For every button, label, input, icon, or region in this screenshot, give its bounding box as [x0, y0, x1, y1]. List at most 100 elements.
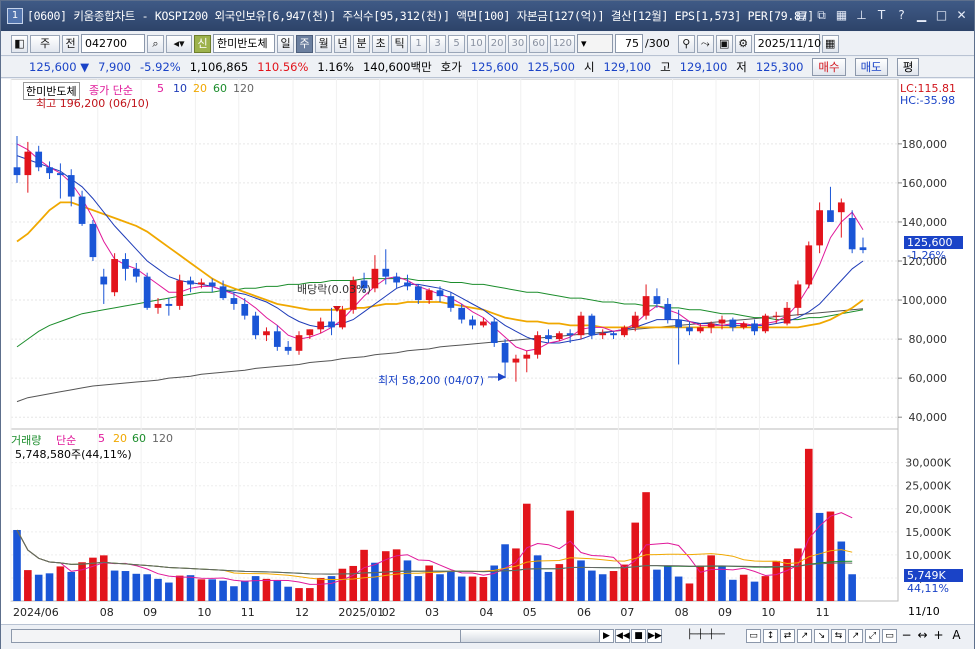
tab-minute[interactable]: 분 [353, 34, 370, 53]
interval-20[interactable]: 20 [487, 34, 507, 53]
candle-body [371, 268, 379, 289]
pin-icon[interactable]: ▦ [833, 7, 850, 24]
candle-body [89, 223, 97, 258]
zoom-slider[interactable]: ├─┼─┼── [671, 629, 741, 643]
tab-second[interactable]: 초 [372, 34, 389, 53]
volume-bar [718, 565, 726, 601]
chart-svg[interactable]: 180,000160,000140,000120,000100,00080,00… [1, 79, 974, 624]
restore-icon[interactable]: ⧉ [813, 7, 830, 24]
volume-bar [132, 573, 141, 601]
volume-bar [555, 564, 564, 601]
buy-button[interactable]: 매수 [812, 58, 846, 76]
trade-amount: 140,600백만 [362, 60, 432, 74]
link-icon[interactable]: ▤ [793, 7, 810, 24]
tool-icon-9[interactable]: ▭ [882, 629, 897, 643]
layout-icon[interactable]: ◧ [11, 34, 28, 53]
stop-button[interactable]: ■ [631, 629, 646, 643]
chart-area[interactable]: 180,000 160,000 140,000 120,000 100,000 80,00… [1, 79, 974, 624]
candle-body [621, 327, 628, 336]
interval-3[interactable]: 3 [429, 34, 446, 53]
period-select[interactable]: 주 [30, 34, 60, 53]
volume-bar [306, 588, 314, 601]
maximize-icon[interactable]: □ [933, 7, 950, 24]
zoom-reset-button[interactable]: ↔ [915, 629, 930, 643]
new-badge[interactable]: 신 [194, 34, 211, 53]
candle-body [696, 327, 704, 332]
stock-name: 한미반도체 [213, 34, 275, 53]
x-tick-label: 09 [143, 606, 157, 619]
candle-body [610, 333, 617, 336]
settings-icon[interactable]: ⚙ [734, 34, 752, 53]
interval-input[interactable]: ▾ [577, 34, 614, 53]
indicator-icon[interactable]: ⤳ [696, 34, 714, 53]
ask-price: 125,600 [470, 60, 519, 74]
zoom-in-button[interactable]: + [931, 629, 946, 643]
candle-body [762, 315, 769, 332]
ma60-legend: 60 [213, 82, 227, 95]
zoom-out-button[interactable]: − [899, 629, 914, 643]
avg-button[interactable]: 평 [896, 58, 920, 76]
max-price-label: 최고 196,200 (06/10) [36, 97, 150, 110]
font-icon[interactable]: T [873, 7, 890, 24]
candle-body [534, 335, 541, 355]
tab-year[interactable]: 년 [334, 34, 351, 53]
pin2-icon[interactable]: ⊥ [853, 7, 870, 24]
tool-icon-3[interactable]: ⇄ [780, 629, 795, 643]
x-tick-label: 04 [479, 606, 493, 619]
volume-bar [349, 565, 358, 601]
close-icon[interactable]: ✕ [953, 7, 970, 24]
count-input[interactable]: 75 [615, 34, 644, 53]
volume-bar [729, 579, 737, 601]
candle-body [859, 247, 867, 251]
sell-button[interactable]: 매도 [854, 58, 888, 76]
tool-icon-7[interactable]: ↗ [848, 629, 863, 643]
help-icon[interactable]: ? [893, 7, 910, 24]
first-page-button[interactable]: ◀◀ [615, 629, 630, 643]
candle-body [599, 333, 607, 336]
tool-icon-1[interactable]: ▭ [746, 629, 761, 643]
volume-bar [685, 583, 694, 601]
tab-month[interactable]: 월 [315, 34, 332, 53]
candle-body [469, 319, 476, 326]
tab-tick[interactable]: 틱 [391, 34, 408, 53]
candle-body [143, 276, 151, 308]
chart-scrollbar[interactable] [11, 629, 611, 643]
volume-bar [262, 578, 271, 601]
x-tick-label: 12 [295, 606, 309, 619]
volume-bar [501, 544, 509, 601]
stock-code-input[interactable]: 042700 [81, 34, 145, 53]
interval-120[interactable]: 120 [549, 34, 576, 53]
tab-day[interactable]: 일 [277, 34, 294, 53]
search-icon[interactable]: ⌕ [147, 34, 164, 53]
prev-button[interactable]: 전 [62, 34, 79, 53]
volume-bar [739, 574, 748, 601]
font-size-button[interactable]: A [949, 629, 964, 643]
x-tick-label: 11 [816, 606, 830, 619]
volume-bar [414, 576, 423, 601]
tool-icon-8[interactable]: ⤢ [865, 629, 880, 643]
volume-bar [13, 529, 21, 601]
chart-type-icon[interactable]: ⚲ [677, 34, 695, 53]
calendar-icon[interactable]: ▦ [821, 34, 839, 53]
tool-icon-4[interactable]: ↗ [797, 629, 812, 643]
interval-60[interactable]: 60 [529, 34, 548, 53]
interval-5[interactable]: 5 [448, 34, 465, 53]
sound-icon[interactable]: ◂▾ [166, 34, 192, 53]
x-axis-right-label: 11/10 [908, 605, 940, 618]
date-input[interactable]: 2025/11/10 [753, 34, 821, 53]
tab-week[interactable]: 주 [296, 34, 313, 53]
scroll-thumb[interactable] [460, 630, 610, 642]
candle-body [187, 280, 194, 285]
interval-1[interactable]: 1 [410, 34, 427, 53]
candle-body [631, 315, 639, 328]
interval-30[interactable]: 30 [508, 34, 528, 53]
volume-bar [186, 575, 195, 601]
interval-10[interactable]: 10 [467, 34, 486, 53]
tool-icon-6[interactable]: ⇆ [831, 629, 846, 643]
next-page-button[interactable]: ▶▶ [647, 629, 662, 643]
minimize-icon[interactable]: ▁ [913, 7, 930, 24]
tool-icon-5[interactable]: ↘ [814, 629, 829, 643]
save-icon[interactable]: ▣ [715, 34, 733, 53]
tool-icon-2[interactable]: ↕ [763, 629, 778, 643]
scroll-right-button[interactable]: ▶ [599, 629, 614, 643]
